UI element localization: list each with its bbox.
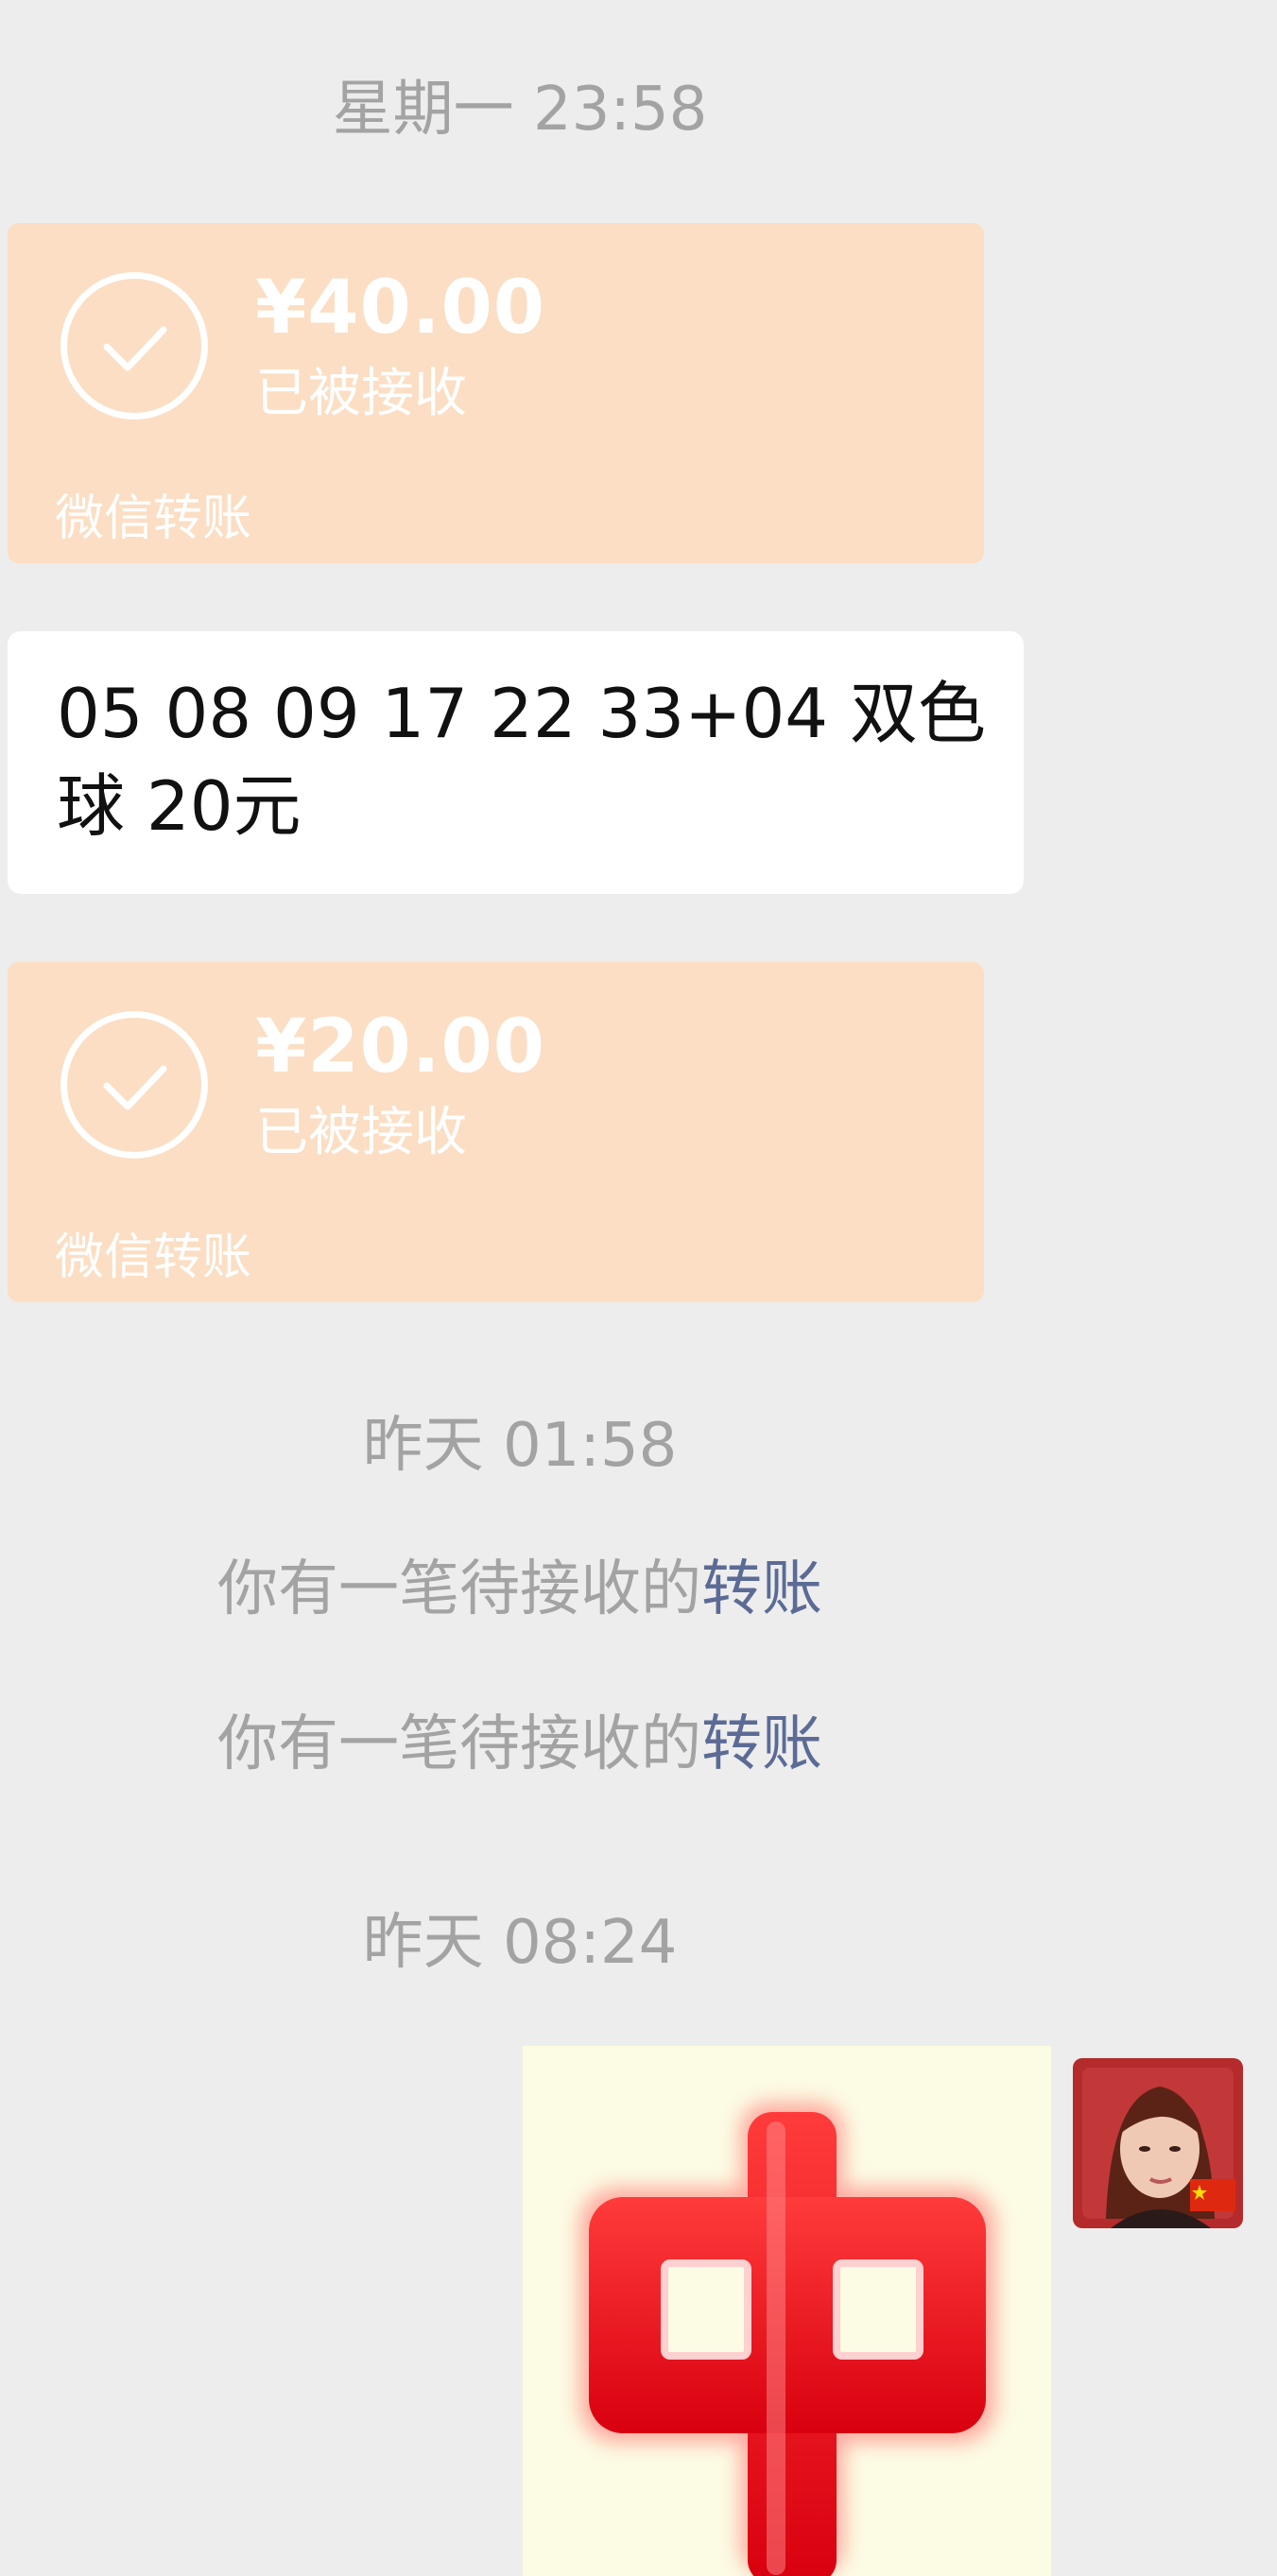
check-circle-icon [60,272,208,420]
pending-transfer-text: 你有一笔待接收的 [217,1554,701,1624]
transfer-link[interactable]: 转账 [701,1554,822,1624]
message-bubble[interactable]: 05 08 09 17 22 33+04 双色球 20元 [8,631,1024,894]
transfer-status: 已被接收 [255,363,467,424]
timestamp-monday: 星期一 23:58 [332,75,708,145]
timestamp-yesterday-0824: 昨天 08:24 [362,1908,678,1978]
avatar[interactable] [1073,2058,1243,2228]
sticker-image[interactable] [523,2046,1051,2576]
china-flag-icon [1190,2179,1235,2211]
transfer-source-label: 微信转账 [55,490,252,547]
transfer-source-label: 微信转账 [55,1229,252,1286]
transfer-amount: ¥20.00 [255,1005,545,1090]
zhong-sticker [579,2103,995,2576]
transfer-link[interactable]: 转账 [701,1709,822,1779]
pending-transfer-notice: 你有一笔待接收的转账 [0,1552,1040,1627]
transfer-card[interactable]: ¥40.00 已被接收 微信转账 [8,223,984,563]
message-text: 05 08 09 17 22 33+04 双色球 20元 [57,674,986,846]
transfer-status: 已被接收 [255,1102,467,1163]
avatar-photo [1073,2058,1243,2228]
timestamp-yesterday-0158: 昨天 01:58 [362,1411,678,1481]
pending-transfer-notice: 你有一笔待接收的转账 [0,1707,1040,1782]
check-circle-icon [60,1011,208,1159]
transfer-card[interactable]: ¥20.00 已被接收 微信转账 [8,962,984,1302]
pending-transfer-text: 你有一笔待接收的 [217,1709,701,1779]
transfer-amount: ¥40.00 [255,266,545,351]
